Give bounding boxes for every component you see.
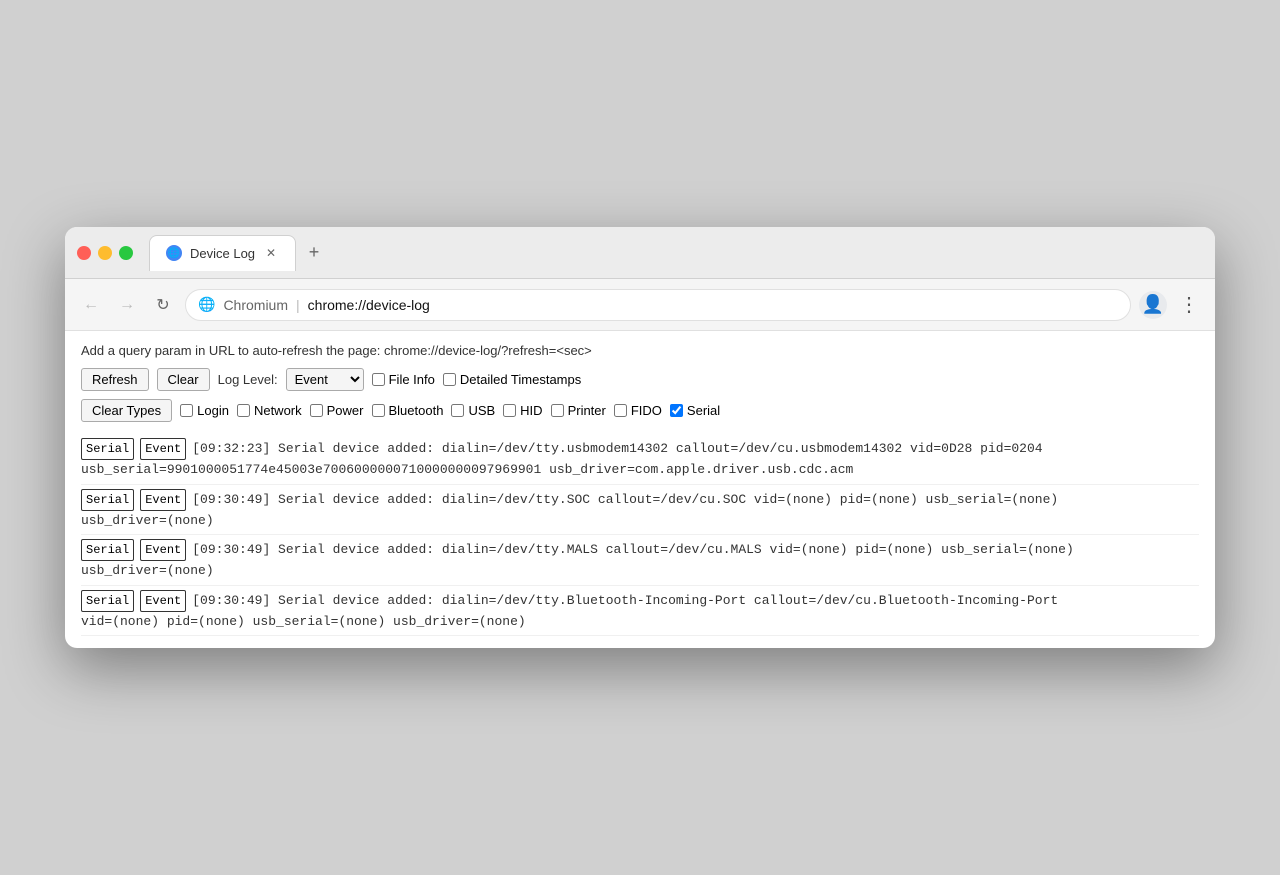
log-entry-line1: Serial Event [09:30:49] Serial device ad…	[81, 539, 1199, 561]
log-entry: Serial Event [09:30:49] Serial device ad…	[81, 535, 1199, 586]
detailed-timestamps-checkbox[interactable]	[443, 373, 456, 386]
hid-checkbox[interactable]	[503, 404, 516, 417]
usb-checkbox[interactable]	[451, 404, 464, 417]
login-label: Login	[197, 403, 229, 418]
refresh-button[interactable]: Refresh	[81, 368, 149, 391]
network-checkbox[interactable]	[237, 404, 250, 417]
info-bar: Add a query param in URL to auto-refresh…	[81, 343, 1199, 358]
page-content: Add a query param in URL to auto-refresh…	[65, 331, 1215, 648]
printer-checkbox[interactable]	[551, 404, 564, 417]
tab-bar: 🌐 Device Log ✕ +	[149, 235, 1203, 271]
bluetooth-label: Bluetooth	[389, 403, 444, 418]
back-button[interactable]: ←	[77, 291, 105, 319]
log-entries: Serial Event [09:32:23] Serial device ad…	[81, 434, 1199, 636]
traffic-lights	[77, 246, 133, 260]
log-entry: Serial Event [09:32:23] Serial device ad…	[81, 434, 1199, 485]
site-name: Chromium	[223, 297, 288, 313]
network-filter-group: Network	[237, 403, 302, 418]
log-entry-line2: usb_driver=(none)	[81, 511, 1199, 531]
log-text: [09:30:49] Serial device added: dialin=/…	[192, 540, 1074, 560]
url-separator: |	[296, 297, 300, 313]
active-tab[interactable]: 🌐 Device Log ✕	[149, 235, 296, 271]
usb-filter-group: USB	[451, 403, 495, 418]
fido-checkbox[interactable]	[614, 404, 627, 417]
fido-label: FIDO	[631, 403, 662, 418]
log-entry-line2: usb_serial=9901000051774e45003e700600000…	[81, 460, 1199, 480]
types-bar: Clear Types Login Network Power Bluetoot…	[81, 399, 1199, 422]
log-text: [09:30:49] Serial device added: dialin=/…	[192, 490, 1058, 510]
printer-label: Printer	[568, 403, 606, 418]
serial-badge: Serial	[81, 489, 134, 511]
log-level-label: Log Level:	[218, 372, 278, 387]
profile-button[interactable]: 👤	[1139, 291, 1167, 319]
log-entry: Serial Event [09:30:49] Serial device ad…	[81, 485, 1199, 536]
log-entry: Serial Event [09:30:49] Serial device ad…	[81, 586, 1199, 637]
detailed-timestamps-label: Detailed Timestamps	[460, 372, 581, 387]
log-text: [09:32:23] Serial device added: dialin=/…	[192, 439, 1042, 459]
fido-filter-group: FIDO	[614, 403, 662, 418]
log-entry-line1: Serial Event [09:30:49] Serial device ad…	[81, 489, 1199, 511]
log-entry-line2: usb_driver=(none)	[81, 561, 1199, 581]
reload-button[interactable]: ↻	[149, 291, 177, 319]
log-entry-line1: Serial Event [09:32:23] Serial device ad…	[81, 438, 1199, 460]
event-badge: Event	[140, 590, 186, 612]
hid-filter-group: HID	[503, 403, 542, 418]
power-checkbox[interactable]	[310, 404, 323, 417]
clear-button[interactable]: Clear	[157, 368, 210, 391]
event-badge: Event	[140, 489, 186, 511]
network-label: Network	[254, 403, 302, 418]
printer-filter-group: Printer	[551, 403, 606, 418]
bluetooth-checkbox[interactable]	[372, 404, 385, 417]
log-entry-line2: vid=(none) pid=(none) usb_serial=(none) …	[81, 612, 1199, 632]
minimize-button[interactable]	[98, 246, 112, 260]
tab-favicon: 🌐	[166, 245, 182, 261]
serial-badge: Serial	[81, 438, 134, 460]
log-entry-line1: Serial Event [09:30:49] Serial device ad…	[81, 590, 1199, 612]
event-badge: Event	[140, 539, 186, 561]
clear-types-button[interactable]: Clear Types	[81, 399, 172, 422]
usb-label: USB	[468, 403, 495, 418]
serial-badge: Serial	[81, 590, 134, 612]
url-path: chrome://device-log	[308, 297, 430, 313]
site-icon: 🌐	[198, 296, 215, 313]
bluetooth-filter-group: Bluetooth	[372, 403, 444, 418]
log-level-select[interactable]: Verbose Info Event Warning Error	[286, 368, 364, 391]
log-text: [09:30:49] Serial device added: dialin=/…	[192, 591, 1058, 611]
serial-checkbox[interactable]	[670, 404, 683, 417]
close-button[interactable]	[77, 246, 91, 260]
forward-button[interactable]: →	[113, 291, 141, 319]
titlebar: 🌐 Device Log ✕ +	[65, 227, 1215, 279]
file-info-group: File Info	[372, 372, 435, 387]
address-bar: ← → ↻ 🌐 Chromium | chrome://device-log 👤…	[65, 279, 1215, 331]
serial-label: Serial	[687, 403, 720, 418]
tab-title: Device Log	[190, 246, 255, 261]
detailed-timestamps-group: Detailed Timestamps	[443, 372, 581, 387]
maximize-button[interactable]	[119, 246, 133, 260]
hid-label: HID	[520, 403, 542, 418]
file-info-checkbox[interactable]	[372, 373, 385, 386]
new-tab-button[interactable]: +	[300, 239, 328, 267]
serial-badge: Serial	[81, 539, 134, 561]
serial-filter-group: Serial	[670, 403, 720, 418]
login-filter-group: Login	[180, 403, 229, 418]
menu-button[interactable]: ⋮	[1175, 291, 1203, 319]
power-filter-group: Power	[310, 403, 364, 418]
file-info-label: File Info	[389, 372, 435, 387]
login-checkbox[interactable]	[180, 404, 193, 417]
browser-window: 🌐 Device Log ✕ + ← → ↻ 🌐 Chromium | chro…	[65, 227, 1215, 648]
event-badge: Event	[140, 438, 186, 460]
tab-close-button[interactable]: ✕	[263, 245, 279, 261]
power-label: Power	[327, 403, 364, 418]
url-bar[interactable]: 🌐 Chromium | chrome://device-log	[185, 289, 1131, 321]
toolbar: Refresh Clear Log Level: Verbose Info Ev…	[81, 368, 1199, 391]
